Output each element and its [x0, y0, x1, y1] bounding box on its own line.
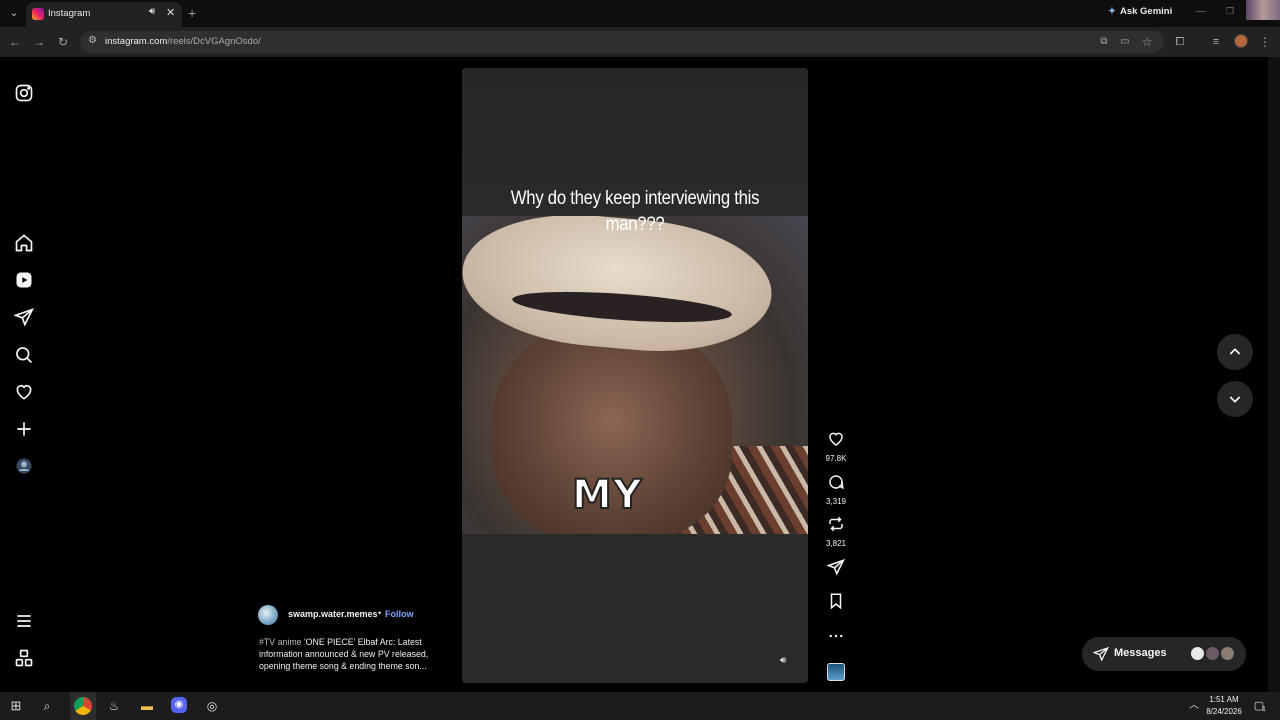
share-send-icon — [826, 558, 845, 576]
next-reel-button[interactable] — [1217, 381, 1253, 417]
create-plus-icon[interactable] — [14, 419, 34, 439]
messages-icon[interactable] — [13, 307, 34, 327]
url-text[interactable]: instagram.com/reels/DcVGAgnOsdo/ — [105, 36, 261, 47]
also-from-meta-icon[interactable] — [14, 648, 34, 668]
app-taskbar-icon[interactable]: ◎ — [203, 697, 221, 715]
reel-description[interactable]: #TV anime 'ONE PIECE' Elbaf Arc: Latest … — [259, 636, 444, 672]
like-button[interactable]: 97.8K — [818, 430, 854, 463]
more-menu-icon[interactable] — [14, 611, 34, 631]
comment-button[interactable]: 3,319 — [818, 473, 854, 506]
instagram-logo-icon[interactable] — [14, 83, 34, 103]
browser-tab-strip: ⌄ Instagram 🔊︎ ✕ + ✦ Ask Gemini — ❐ — [0, 0, 1280, 27]
author-separator: • — [378, 608, 382, 618]
ask-gemini-button[interactable]: ✦ Ask Gemini — [1108, 6, 1172, 17]
reel-caption: Why do they keep interviewing this man??… — [510, 188, 760, 235]
notifications-heart-icon[interactable] — [14, 382, 34, 402]
audio-source-thumbnail[interactable] — [827, 663, 845, 681]
chrome-profile-avatar[interactable] — [1234, 34, 1248, 48]
more-options-button[interactable] — [818, 627, 854, 650]
video-subtitle-word: MY — [571, 471, 643, 519]
discord-taskbar-icon[interactable]: ◉ — [171, 697, 187, 713]
reel-author-row: swamp.water.memes • Follow — [258, 605, 558, 625]
cast-icon[interactable]: ▭ — [1118, 35, 1132, 49]
page-scrollbar[interactable] — [1268, 57, 1280, 692]
comment-count: 3,319 — [825, 497, 847, 506]
like-count: 97.8K — [825, 454, 847, 463]
bookmark-star-icon[interactable]: ☆ — [1140, 35, 1154, 49]
windows-taskbar: ⊞ ⌕ ♨ ▬ ◉ ◎ ︿ 1:51 AM 8/24/2026 ▢ 1 — [0, 692, 1280, 720]
reels-icon[interactable] — [14, 270, 34, 290]
chrome-taskbar-icon[interactable] — [74, 697, 92, 715]
reload-icon[interactable]: ↻ — [56, 35, 70, 49]
home-icon[interactable] — [14, 233, 34, 253]
ask-gemini-label: Ask Gemini — [1119, 6, 1173, 17]
tab-search-chevron-icon[interactable]: ⌄ — [6, 5, 22, 21]
reel-video[interactable]: MY Why do they keep interviewing this ma… — [462, 68, 808, 683]
tab-audio-icon[interactable]: 🔊︎ — [149, 6, 163, 22]
messages-button[interactable]: Messages — [1082, 637, 1246, 671]
notification-count-badge: 1 — [1262, 706, 1266, 713]
tab-title: Instagram — [48, 8, 91, 19]
gemini-sparkle-icon: ✦ — [1108, 6, 1116, 17]
window-restore-icon[interactable]: ❐ — [1226, 6, 1240, 17]
address-bar[interactable]: ⚙ instagram.com/reels/DcVGAgnOsdo/ — [80, 31, 1164, 53]
author-avatar[interactable] — [258, 605, 278, 625]
message-contact-avatar — [1219, 645, 1236, 662]
taskbar-date[interactable]: 8/24/2026 — [1202, 707, 1246, 716]
repost-icon — [829, 516, 843, 532]
url-host: instagram.com — [105, 36, 168, 47]
share-button[interactable] — [818, 558, 854, 581]
messages-label: Messages — [1114, 647, 1167, 659]
browser-toolbar: ← → ↻ ⚙ instagram.com/reels/DcVGAgnOsdo/… — [0, 27, 1280, 57]
follow-button[interactable]: Follow — [385, 609, 414, 619]
ellipsis-icon — [829, 634, 843, 638]
author-username[interactable]: swamp.water.memes — [288, 609, 378, 619]
steam-taskbar-icon[interactable]: ♨ — [105, 697, 123, 715]
window-minimize-icon[interactable]: — — [1196, 6, 1210, 17]
taskbar-search-icon[interactable]: ⌕ — [38, 697, 56, 715]
window-profile-thumbnail — [1246, 0, 1280, 20]
forward-arrow-icon[interactable]: → — [32, 35, 46, 49]
browser-tab[interactable]: Instagram 🔊︎ ✕ — [26, 2, 182, 27]
site-info-icon[interactable]: ⚙ — [88, 35, 100, 49]
tab-close-icon[interactable]: ✕ — [166, 6, 178, 22]
extensions-puzzle-icon[interactable]: ⧠ — [1173, 35, 1187, 49]
messages-send-icon — [1093, 646, 1109, 662]
tray-chevron-up-icon[interactable]: ︿ — [1185, 697, 1203, 715]
windows-start-icon[interactable]: ⊞ — [7, 697, 25, 715]
taskbar-time[interactable]: 1:51 AM — [1206, 695, 1242, 704]
chrome-menu-icon[interactable]: ⋮ — [1258, 35, 1272, 49]
search-icon[interactable] — [14, 345, 34, 365]
save-button[interactable] — [818, 592, 854, 615]
audio-toggle-icon[interactable]: 🔊︎ — [780, 655, 794, 669]
comment-icon — [829, 475, 844, 490]
repost-count: 3,821 — [825, 539, 847, 548]
bookmark-icon — [830, 593, 842, 610]
new-tab-button[interactable]: + — [188, 5, 202, 21]
heart-icon — [829, 432, 843, 446]
instagram-favicon-icon — [32, 8, 44, 20]
chevron-up-icon — [1229, 348, 1241, 355]
back-arrow-icon[interactable]: ← — [8, 35, 22, 49]
video-frame: MY — [462, 216, 808, 534]
file-explorer-taskbar-icon[interactable]: ▬ — [138, 697, 156, 715]
url-path: /reels/DcVGAgnOsdo/ — [167, 36, 261, 47]
chevron-down-icon — [1229, 396, 1241, 403]
repost-button[interactable]: 3,821 — [818, 515, 854, 548]
profile-avatar-icon[interactable] — [14, 456, 34, 476]
description-hashtags: #TV anime — [259, 637, 302, 647]
instagram-page: MY Why do they keep interviewing this ma… — [0, 57, 1268, 692]
translate-icon[interactable]: ⧉ — [1097, 35, 1111, 49]
previous-reel-button[interactable] — [1217, 334, 1253, 370]
media-controls-icon[interactable]: ≡ — [1209, 35, 1223, 49]
